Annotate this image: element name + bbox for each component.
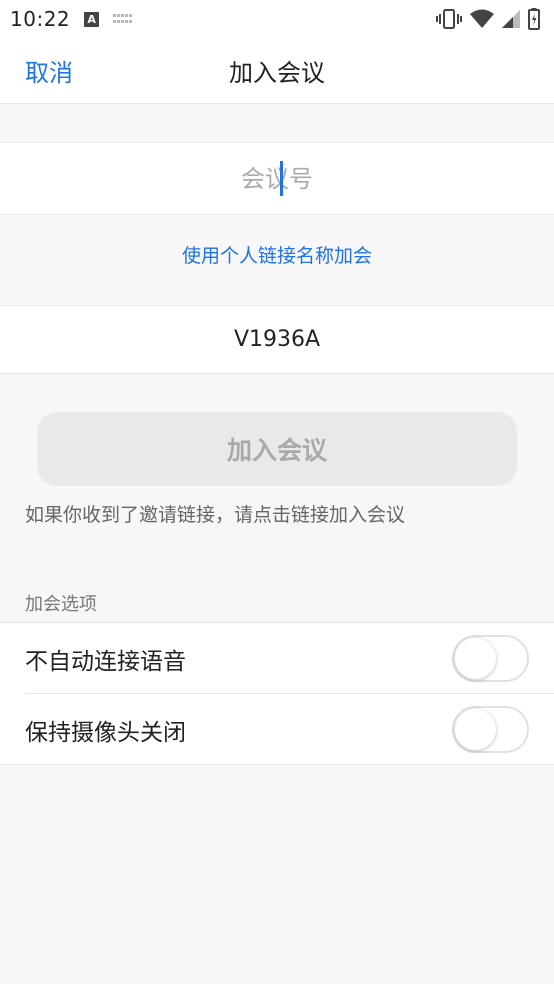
join-options-title: 加会选项 xyxy=(25,594,97,615)
keyboard-icon xyxy=(113,14,133,24)
no-auto-audio-toggle[interactable] xyxy=(452,635,529,682)
toggle-knob xyxy=(455,638,496,679)
a-notification-icon: A xyxy=(84,11,100,27)
keep-camera-off-toggle[interactable] xyxy=(452,706,529,753)
status-time: 10:22 xyxy=(10,7,71,31)
meeting-id-input[interactable] xyxy=(0,143,554,214)
text-cursor xyxy=(280,161,283,196)
status-bar: 10:22 A xyxy=(0,0,554,38)
battery-icon xyxy=(528,8,540,30)
join-meeting-button[interactable]: 加入会议 xyxy=(37,412,517,486)
display-name-row xyxy=(0,305,554,374)
invite-link-hint: 如果你收到了邀请链接，请点击链接加入会议 xyxy=(25,504,406,526)
meeting-id-row xyxy=(0,142,554,215)
toggle-knob xyxy=(455,709,496,750)
nav-bar: 取消 加入会议 xyxy=(0,38,554,104)
option-label: 保持摄像头关闭 xyxy=(25,719,186,746)
option-keep-camera-off: 保持摄像头关闭 xyxy=(0,694,554,765)
option-no-auto-audio: 不自动连接语音 xyxy=(0,623,554,694)
page-title: 加入会议 xyxy=(229,59,325,87)
signal-icon xyxy=(502,10,520,28)
personal-link-join-link[interactable]: 使用个人链接名称加会 xyxy=(0,241,554,268)
option-label: 不自动连接语音 xyxy=(25,648,186,675)
vibrate-icon xyxy=(436,9,462,29)
display-name-input[interactable] xyxy=(0,306,554,373)
join-meeting-screen: 10:22 A 取消 加入会议 会议号 使用个人链接名称加会 V1936A 加入… xyxy=(0,0,554,984)
join-options-list: 不自动连接语音 保持摄像头关闭 xyxy=(0,622,554,765)
wifi-icon xyxy=(470,9,494,28)
